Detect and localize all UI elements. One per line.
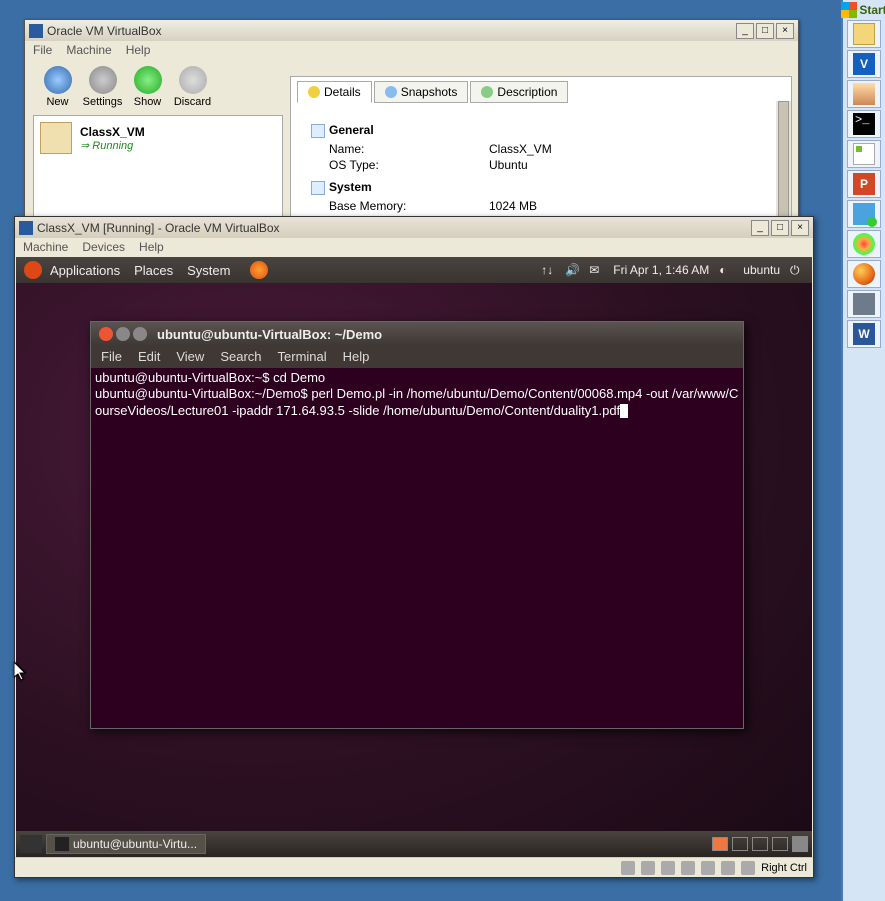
close-icon[interactable] <box>99 327 113 341</box>
minimize-button[interactable]: _ <box>751 220 769 236</box>
command-prompt-icon[interactable]: >_ <box>847 110 881 138</box>
mouse-cursor-icon <box>14 662 30 682</box>
workspace-3[interactable] <box>752 837 768 851</box>
vb-manager-titlebar[interactable]: Oracle VM VirtualBox _ □ × <box>25 20 798 41</box>
discard-button[interactable]: Discard <box>170 66 215 108</box>
disk-tool-icon[interactable] <box>847 80 881 108</box>
menu-devices[interactable]: Devices <box>82 240 125 254</box>
vm-list-item[interactable]: ClassX_VM ⇒ Running <box>34 116 282 160</box>
volume-icon[interactable]: 🔊 <box>565 263 579 277</box>
tab-snapshots[interactable]: Snapshots <box>374 81 469 103</box>
vb-manager-menubar: File Machine Help <box>25 41 798 59</box>
vm-name: ClassX_VM <box>80 125 145 139</box>
usb-indicator-icon[interactable] <box>681 861 695 875</box>
terminal-cursor <box>620 404 628 418</box>
virtualbox-icon <box>19 221 33 235</box>
terminal-content[interactable]: ubuntu@ubuntu-VirtualBox:~$ cd Demo ubun… <box>91 368 743 421</box>
terminal-window: ubuntu@ubuntu-VirtualBox: ~/Demo File Ed… <box>90 321 744 729</box>
workspace-1[interactable] <box>712 837 728 851</box>
windows-logo-icon <box>841 2 857 18</box>
trash-icon[interactable] <box>792 836 808 852</box>
vm-running-titlebar[interactable]: ClassX_VM [Running] - Oracle VM VirtualB… <box>15 217 813 238</box>
general-section-head: General <box>311 123 771 138</box>
ubuntu-desktop: Applications Places System ↑↓ 🔊 ✉ Fri Ap… <box>16 257 812 857</box>
workspace-2[interactable] <box>732 837 748 851</box>
explorer-icon[interactable] <box>847 20 881 48</box>
taskbar-terminal-button[interactable]: ubuntu@ubuntu-Virtu... <box>46 834 206 854</box>
vm-icon <box>40 122 72 154</box>
tab-details[interactable]: Details <box>297 81 372 103</box>
term-menu-view[interactable]: View <box>176 349 204 365</box>
close-button[interactable]: × <box>776 23 794 39</box>
ubuntu-logo-icon[interactable] <box>24 261 42 279</box>
system-menu[interactable]: System <box>187 263 230 278</box>
mouse-indicator-icon[interactable] <box>741 861 755 875</box>
menu-machine[interactable]: Machine <box>23 240 68 254</box>
msn-icon[interactable] <box>847 230 881 258</box>
vm-statusbar: Right Ctrl <box>15 857 813 877</box>
terminal-line: ubuntu@ubuntu-VirtualBox:~/Demo$ perl De… <box>95 386 739 419</box>
username-label[interactable]: ubuntu <box>743 263 780 277</box>
applications-menu[interactable]: Applications <box>50 263 120 278</box>
menu-help[interactable]: Help <box>139 240 164 254</box>
mail-icon[interactable]: ✉ <box>589 263 603 277</box>
vb-manager-title: Oracle VM VirtualBox <box>47 24 162 38</box>
firefox-launcher-icon[interactable] <box>250 261 268 279</box>
notepad-icon[interactable] <box>847 140 881 168</box>
terminal-title: ubuntu@ubuntu-VirtualBox: ~/Demo <box>157 327 382 342</box>
term-menu-search[interactable]: Search <box>220 349 261 365</box>
word-icon[interactable]: W <box>847 320 881 348</box>
hdd-indicator-icon[interactable] <box>621 861 635 875</box>
vm-state: ⇒ Running <box>80 139 145 152</box>
ubuntu-bottom-panel: ubuntu@ubuntu-Virtu... <box>16 831 812 857</box>
show-desktop-icon[interactable] <box>20 835 42 853</box>
vm-running-window: ClassX_VM [Running] - Oracle VM VirtualB… <box>14 216 814 878</box>
windows-side-toolbar: Start V >_ P W <box>841 0 885 901</box>
ubuntu-top-panel: Applications Places System ↑↓ 🔊 ✉ Fri Ap… <box>16 257 812 283</box>
shared-folders-indicator-icon[interactable] <box>701 861 715 875</box>
terminal-titlebar[interactable]: ubuntu@ubuntu-VirtualBox: ~/Demo <box>91 322 743 346</box>
terminal-line: ubuntu@ubuntu-VirtualBox:~$ cd Demo <box>95 370 739 386</box>
optical-indicator-icon[interactable] <box>641 861 655 875</box>
maximize-button[interactable]: □ <box>756 23 774 39</box>
term-menu-edit[interactable]: Edit <box>138 349 160 365</box>
terminal-icon <box>55 837 69 851</box>
close-button[interactable]: × <box>791 220 809 236</box>
virtualbox-icon <box>29 24 43 38</box>
network-icon[interactable]: ↑↓ <box>541 263 555 277</box>
clock[interactable]: Fri Apr 1, 1:46 AM <box>613 263 709 277</box>
power-icon[interactable]: ⏻ <box>790 263 804 277</box>
terminal-menubar: File Edit View Search Terminal Help <box>91 346 743 368</box>
virtualbox-tray-icon[interactable] <box>847 290 881 318</box>
workspace-4[interactable] <box>772 837 788 851</box>
vnc-icon[interactable]: V <box>847 50 881 78</box>
menu-help[interactable]: Help <box>126 43 151 57</box>
system-section-head: System <box>311 180 771 195</box>
host-key-label: Right Ctrl <box>761 862 807 874</box>
vm-running-title: ClassX_VM [Running] - Oracle VM VirtualB… <box>37 221 280 235</box>
term-menu-help[interactable]: Help <box>343 349 370 365</box>
firefox-icon[interactable] <box>847 260 881 288</box>
minimize-icon[interactable] <box>116 327 130 341</box>
show-button[interactable]: Show <box>125 66 170 108</box>
user-switch-icon[interactable]: ◐ <box>719 263 733 277</box>
term-menu-terminal[interactable]: Terminal <box>278 349 327 365</box>
menu-machine[interactable]: Machine <box>66 43 111 57</box>
maximize-button[interactable]: □ <box>771 220 789 236</box>
places-menu[interactable]: Places <box>134 263 173 278</box>
term-menu-file[interactable]: File <box>101 349 122 365</box>
powerpoint-icon[interactable]: P <box>847 170 881 198</box>
tab-description[interactable]: Description <box>470 81 568 103</box>
display-indicator-icon[interactable] <box>721 861 735 875</box>
new-button[interactable]: New <box>35 66 80 108</box>
settings-button[interactable]: Settings <box>80 66 125 108</box>
menu-file[interactable]: File <box>33 43 52 57</box>
maximize-icon[interactable] <box>133 327 147 341</box>
remote-desktop-icon[interactable] <box>847 200 881 228</box>
start-button[interactable]: Start <box>841 2 885 18</box>
minimize-button[interactable]: _ <box>736 23 754 39</box>
network-indicator-icon[interactable] <box>661 861 675 875</box>
vm-running-menubar: Machine Devices Help <box>15 238 813 256</box>
